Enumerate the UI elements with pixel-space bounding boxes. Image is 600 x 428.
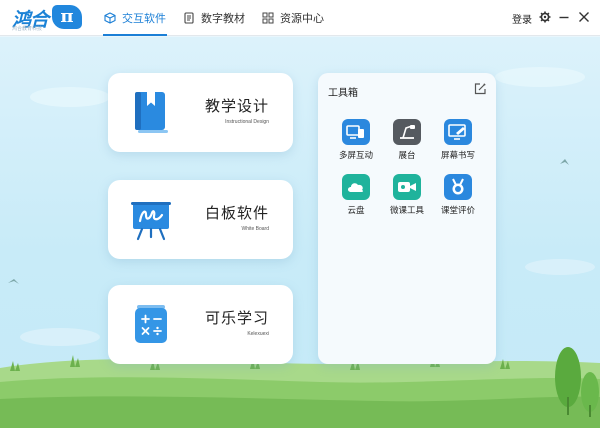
close-button[interactable]: [576, 9, 592, 25]
card-subtitle: Kelexuexi: [247, 331, 269, 337]
landscape-background: [0, 67, 600, 428]
cube-icon: [104, 12, 116, 24]
tool-label: 多屏互动: [338, 151, 373, 161]
logo-subtext: 鸿合教育科技: [12, 26, 43, 32]
app-logo: 鸿合 π 鸿合教育科技: [12, 5, 82, 32]
edit-icon[interactable]: [473, 82, 487, 96]
card-subtitle: Instructional Design: [225, 119, 269, 125]
card-instructional-design[interactable]: 教学设计 Instructional Design: [108, 73, 293, 152]
tool-micro-lesson[interactable]: 微课工具: [385, 174, 429, 224]
multiscreen-icon: [342, 119, 370, 145]
screen-pen-icon: [444, 119, 472, 145]
card-subtitle: White Board: [241, 226, 269, 232]
toolbox-title: 工具箱: [328, 88, 358, 99]
tool-multiscreen[interactable]: 多屏互动: [334, 119, 378, 169]
tool-label: 微课工具: [389, 206, 424, 216]
medal-icon: [444, 174, 472, 200]
tab-label: 交互软件: [122, 12, 166, 25]
tool-cloud-disk[interactable]: 云盘: [334, 174, 378, 224]
minimize-button[interactable]: [556, 9, 572, 25]
tool-label: 课堂评价: [440, 206, 475, 216]
tool-label: 展台: [398, 151, 416, 161]
minimize-icon: [559, 16, 569, 19]
tab-resource-center[interactable]: 资源中心: [262, 0, 324, 36]
card-title: 可乐学习: [204, 309, 269, 327]
card-title: 白板软件: [204, 204, 269, 222]
math-can-icon: [135, 305, 167, 343]
book-icon: [184, 12, 194, 24]
gear-icon: [539, 11, 551, 23]
cloud-icon: [342, 174, 370, 200]
video-camera-icon: [393, 174, 421, 200]
grid-icon: [262, 12, 274, 24]
tool-screen-writing[interactable]: 屏幕书写: [436, 119, 480, 169]
toolbox-panel: 工具箱 多屏互动 展台 屏幕书写 云盘 微课工具 课堂评价: [318, 73, 496, 364]
tab-label: 数字教材: [201, 12, 245, 25]
main-content: 教学设计 Instructional Design 白板软件 White Boa…: [0, 37, 600, 428]
whiteboard-icon: [131, 202, 171, 241]
tab-interactive-software[interactable]: 交互软件: [103, 0, 167, 36]
card-whiteboard[interactable]: 白板软件 White Board: [108, 180, 293, 259]
settings-button[interactable]: [537, 9, 553, 25]
close-icon: [579, 12, 589, 22]
tool-label: 屏幕书写: [440, 151, 475, 161]
tab-label: 资源中心: [280, 12, 324, 25]
notebook-icon: [135, 92, 168, 133]
tool-document-camera[interactable]: 展台: [385, 119, 429, 169]
tool-class-evaluation[interactable]: 课堂评价: [436, 174, 480, 224]
document-camera-icon: [393, 119, 421, 145]
tab-digital-textbook[interactable]: 数字教材: [183, 0, 245, 36]
title-bar: 鸿合 π 鸿合教育科技 交互软件 数字教材 资源中心 登录: [0, 0, 600, 36]
card-title: 教学设计: [204, 97, 269, 115]
card-kelexuexi[interactable]: 可乐学习 Kelexuexi: [108, 285, 293, 364]
logo-pi: π: [52, 5, 82, 29]
login-button[interactable]: 登录: [512, 11, 532, 26]
tool-label: 云盘: [347, 206, 365, 216]
